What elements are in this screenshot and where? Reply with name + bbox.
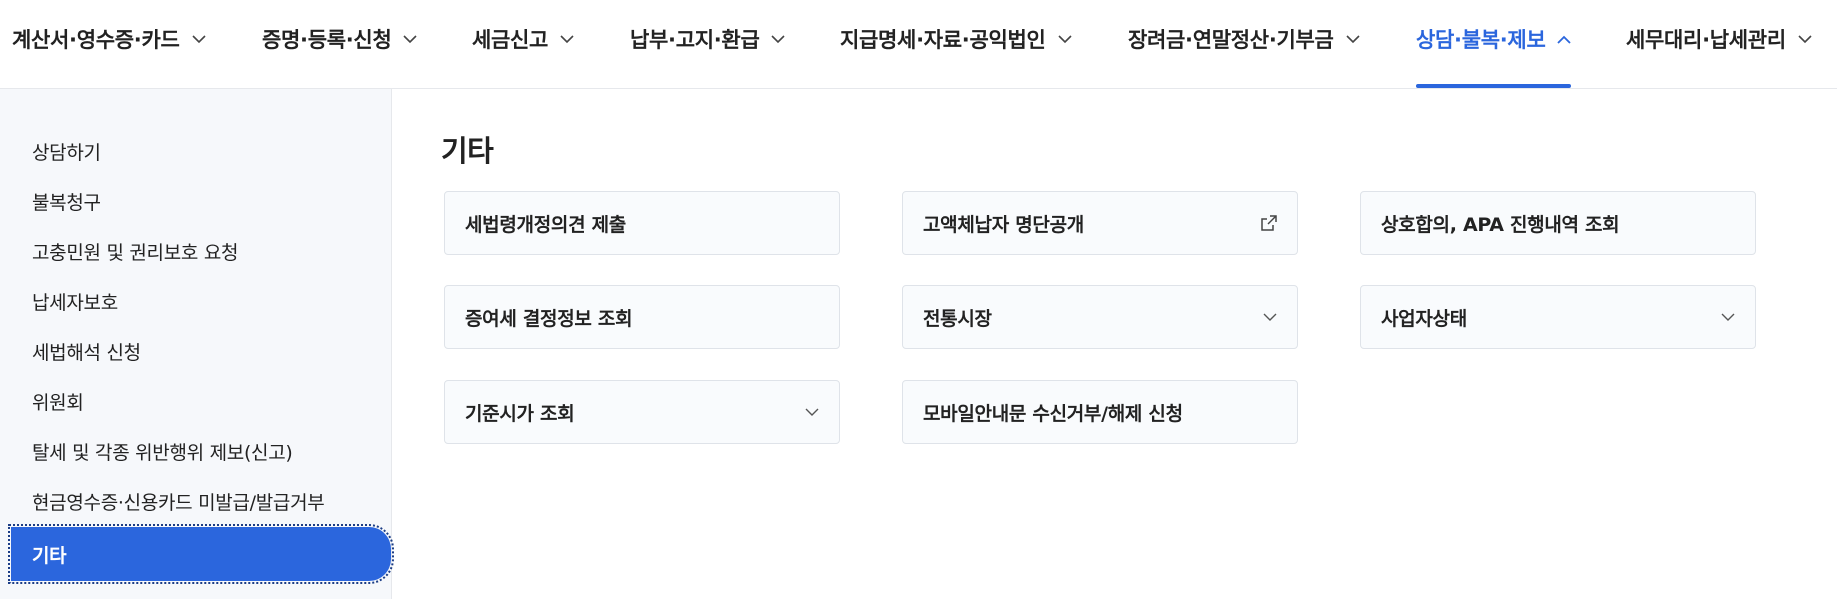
nav-item-incentive-yearend[interactable]: 장려금·연말정산·기부금 bbox=[1128, 24, 1360, 54]
card-business-status[interactable]: 사업자상태 bbox=[1360, 285, 1756, 349]
sidebar-item-label: 탈세 및 각종 위반행위 제보(신고) bbox=[32, 441, 293, 464]
card-gift-tax-decision[interactable]: 증여세 결정정보 조회 bbox=[444, 285, 840, 349]
card-traditional-market[interactable]: 전통시장 bbox=[902, 285, 1298, 349]
nav-item-label: 장려금·연말정산·기부금 bbox=[1128, 28, 1334, 52]
sidebar-item-label: 상담하기 bbox=[32, 141, 101, 164]
sidebar-item-cash-receipt-refusal[interactable]: 현금영수증·신용카드 미발급/발급거부 bbox=[32, 484, 325, 518]
card-label: 고액체납자 명단공개 bbox=[923, 213, 1084, 236]
external-link-icon bbox=[1261, 215, 1277, 231]
card-label: 증여세 결정정보 조회 bbox=[465, 307, 633, 330]
nav-item-payment-statement[interactable]: 지급명세·자료·공익법인 bbox=[840, 24, 1072, 54]
chevron-down-icon bbox=[191, 34, 206, 44]
nav-item-certificate-registration[interactable]: 증명·등록·신청 bbox=[262, 24, 418, 54]
chevron-up-icon bbox=[1557, 35, 1572, 44]
chevron-down-icon bbox=[1057, 34, 1072, 44]
sidebar-item-label: 납세자보호 bbox=[32, 291, 118, 314]
card-mutual-agreement-apa[interactable]: 상호합의, APA 진행내역 조회 bbox=[1360, 191, 1756, 255]
chevron-down-icon bbox=[1263, 313, 1277, 322]
nav-item-label: 지급명세·자료·공익법인 bbox=[840, 28, 1046, 52]
chevron-down-icon bbox=[1798, 34, 1812, 44]
card-label: 세법령개정의견 제출 bbox=[465, 213, 626, 236]
sidebar-item-taxpayer-protection[interactable]: 납세자보호 bbox=[32, 284, 118, 318]
card-label: 기준시가 조회 bbox=[465, 402, 575, 425]
sidebar-item-other[interactable]: 기타 bbox=[8, 524, 394, 584]
nav-item-label: 상담·불복·제보 bbox=[1416, 28, 1546, 52]
top-navigation: 계산서·영수증·카드 증명·등록·신청 세금신고 납부·고지·환급 지급명세·자… bbox=[0, 0, 1837, 89]
sidebar-item-label: 세법해석 신청 bbox=[32, 341, 141, 364]
card-label: 상호합의, APA 진행내역 조회 bbox=[1381, 213, 1620, 236]
sidebar-item-grievance[interactable]: 고충민원 및 권리보호 요청 bbox=[32, 234, 239, 268]
nav-item-label: 세금신고 bbox=[472, 28, 549, 52]
nav-item-tax-filing[interactable]: 세금신고 bbox=[472, 24, 574, 54]
card-label: 모바일안내문 수신거부/해제 신청 bbox=[923, 402, 1183, 425]
card-delinquent-taxpayer-list[interactable]: 고액체납자 명단공개 bbox=[902, 191, 1298, 255]
sidebar-item-label: 위원회 bbox=[32, 391, 84, 414]
nav-item-label: 증명·등록·신청 bbox=[262, 28, 392, 52]
sidebar-item-committee[interactable]: 위원회 bbox=[32, 384, 84, 418]
sidebar-item-tax-law-interpretation[interactable]: 세법해석 신청 bbox=[32, 334, 141, 368]
chevron-down-icon bbox=[403, 34, 418, 44]
chevron-down-icon bbox=[1345, 34, 1360, 44]
card-standard-price-lookup[interactable]: 기준시가 조회 bbox=[444, 380, 840, 444]
nav-item-label: 계산서·영수증·카드 bbox=[12, 28, 180, 52]
nav-item-label: 납부·고지·환급 bbox=[630, 28, 760, 52]
sidebar-item-label: 기타 bbox=[32, 544, 67, 567]
card-label: 전통시장 bbox=[923, 307, 992, 330]
card-label: 사업자상태 bbox=[1381, 307, 1467, 330]
nav-item-label: 세무대리·납세관리 bbox=[1626, 28, 1786, 52]
page-title: 기타 bbox=[441, 134, 494, 168]
sidebar-item-label: 현금영수증·신용카드 미발급/발급거부 bbox=[32, 491, 325, 514]
active-tab-indicator bbox=[1416, 84, 1571, 88]
nav-item-tax-agent[interactable]: 세무대리·납세관리 bbox=[1626, 24, 1812, 54]
card-tax-law-amendment-opinion[interactable]: 세법령개정의견 제출 bbox=[444, 191, 840, 255]
sidebar-item-tax-evasion-report[interactable]: 탈세 및 각종 위반행위 제보(신고) bbox=[32, 434, 293, 468]
nav-item-invoice-receipt-card[interactable]: 계산서·영수증·카드 bbox=[12, 24, 206, 54]
chevron-down-icon bbox=[805, 408, 819, 417]
sidebar: 상담하기 불복청구 고충민원 및 권리보호 요청 납세자보호 세법해석 신청 위… bbox=[0, 89, 394, 599]
sidebar-item-consultation[interactable]: 상담하기 bbox=[32, 134, 101, 168]
card-mobile-notice-optout[interactable]: 모바일안내문 수신거부/해제 신청 bbox=[902, 380, 1298, 444]
chevron-down-icon bbox=[771, 34, 786, 44]
nav-item-payment-notice-refund[interactable]: 납부·고지·환급 bbox=[630, 24, 786, 54]
nav-item-consultation-appeal-report[interactable]: 상담·불복·제보 bbox=[1416, 24, 1572, 54]
sidebar-item-label: 불복청구 bbox=[32, 191, 101, 214]
chevron-down-icon bbox=[1721, 313, 1735, 322]
chevron-down-icon bbox=[560, 34, 574, 44]
sidebar-item-label: 고충민원 및 권리보호 요청 bbox=[32, 241, 239, 264]
sidebar-item-appeal[interactable]: 불복청구 bbox=[32, 184, 101, 218]
